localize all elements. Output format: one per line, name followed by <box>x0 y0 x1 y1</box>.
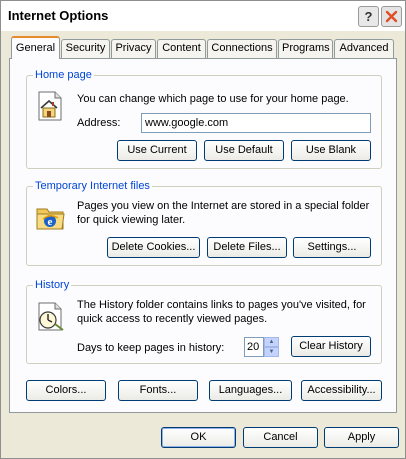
tab-label: Security <box>65 42 106 54</box>
history-description-line1: The History folder contains links to pag… <box>77 299 366 311</box>
use-current-button[interactable]: Use Current <box>117 140 197 161</box>
temp-files-group: Temporary Internet files e Pages you vie… <box>26 180 382 266</box>
tab-content[interactable]: Content <box>157 39 206 58</box>
days-spinner[interactable]: ▲ ▼ <box>264 337 279 357</box>
temp-files-description-line2: for quick viewing later. <box>77 214 186 226</box>
svg-text:e: e <box>48 216 53 228</box>
tab-connections[interactable]: Connections <box>207 39 277 58</box>
fonts-button[interactable]: Fonts... <box>118 380 198 401</box>
ie-folder-icon: e <box>36 208 65 230</box>
help-button[interactable]: ? <box>358 6 379 27</box>
close-icon <box>385 10 398 23</box>
history-clock-icon <box>38 302 64 331</box>
history-group: History The History folder contains link… <box>26 279 382 364</box>
close-button[interactable] <box>381 6 402 27</box>
tab-programs[interactable]: Programs <box>278 39 333 58</box>
help-icon: ? <box>364 9 373 24</box>
temp-files-description-line1: Pages you view on the Internet are store… <box>77 200 370 212</box>
address-label: Address: <box>77 117 121 129</box>
tab-label: Content <box>162 42 201 54</box>
apply-button[interactable]: Apply <box>324 427 399 448</box>
temp-files-title: Temporary Internet files <box>33 180 152 192</box>
home-page-description: You can change which page to use for you… <box>77 93 349 105</box>
days-to-keep-input[interactable] <box>244 337 264 357</box>
tab-advanced[interactable]: Advanced <box>334 39 394 58</box>
tab-label: Programs <box>282 42 330 54</box>
general-tab-panel: Home page You can change which page to u… <box>9 58 397 413</box>
languages-button[interactable]: Languages... <box>209 380 292 401</box>
title-bar[interactable]: Internet Options ? <box>1 1 405 31</box>
colors-button[interactable]: Colors... <box>26 380 106 401</box>
house-page-icon <box>38 91 62 121</box>
cancel-button[interactable]: Cancel <box>243 427 318 448</box>
internet-options-window: Internet Options ? General Security Priv… <box>0 0 406 459</box>
days-to-keep-label: Days to keep pages in history: <box>77 342 225 354</box>
tab-label: Connections <box>211 42 273 54</box>
home-address-input[interactable] <box>141 113 371 133</box>
delete-cookies-button[interactable]: Delete Cookies... <box>107 237 200 258</box>
delete-files-button[interactable]: Delete Files... <box>207 237 287 258</box>
spin-up-icon[interactable]: ▲ <box>264 337 279 347</box>
tab-general[interactable]: General <box>11 36 60 59</box>
home-page-title: Home page <box>33 69 94 81</box>
history-description-line2: quick access to recently viewed pages. <box>77 313 268 325</box>
clear-history-button[interactable]: Clear History <box>291 336 371 357</box>
tab-label: General <box>15 42 56 54</box>
tab-privacy[interactable]: Privacy <box>111 39 156 58</box>
tab-label: Advanced <box>339 42 389 54</box>
tab-label: Privacy <box>115 42 152 54</box>
use-blank-button[interactable]: Use Blank <box>291 140 371 161</box>
accessibility-button[interactable]: Accessibility... <box>301 380 382 401</box>
home-page-group: Home page You can change which page to u… <box>26 69 382 169</box>
tab-security[interactable]: Security <box>61 39 110 58</box>
temp-settings-button[interactable]: Settings... <box>293 237 371 258</box>
use-default-button[interactable]: Use Default <box>204 140 284 161</box>
ok-button[interactable]: OK <box>161 427 236 448</box>
window-title: Internet Options <box>8 8 109 23</box>
spin-down-icon[interactable]: ▼ <box>264 347 279 357</box>
history-title: History <box>33 279 72 291</box>
